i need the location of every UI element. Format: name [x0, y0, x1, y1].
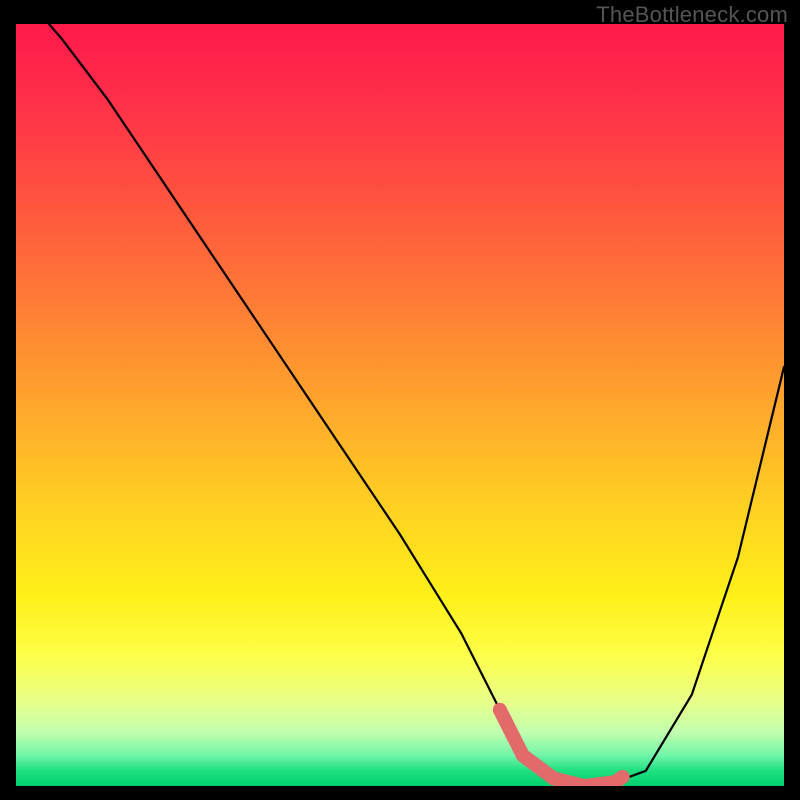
chart-container: [16, 24, 784, 786]
optimal-range-marker: [500, 710, 623, 786]
bottleneck-curve: [16, 24, 784, 786]
watermark-text: TheBottleneck.com: [596, 2, 788, 28]
chart-svg: [16, 24, 784, 786]
